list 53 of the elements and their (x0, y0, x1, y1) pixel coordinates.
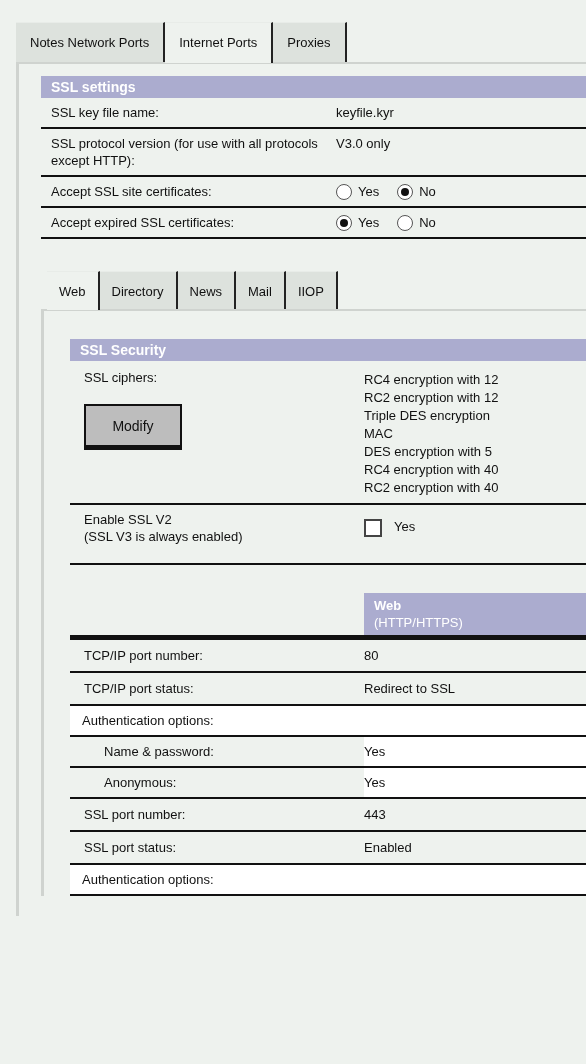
radio-button[interactable] (336, 183, 352, 200)
tab[interactable]: Mail (236, 271, 286, 309)
tab[interactable]: Internet Ports (165, 22, 274, 63)
setting-label: Enable SSL V2 (84, 511, 173, 528)
modify-button[interactable]: Modify (84, 404, 182, 450)
port-value: Redirect to SSL (364, 680, 457, 698)
checkbox[interactable] (364, 519, 382, 537)
tab[interactable]: Notes Network Ports (16, 22, 166, 62)
port-label: TCP/IP port number: (84, 648, 203, 663)
cipher-item: RC2 encryption with 40 (364, 479, 500, 497)
port-label: Name & password: (104, 744, 214, 759)
cipher-item: RC4 encryption with 12 (364, 371, 500, 389)
radio-button[interactable] (397, 214, 414, 231)
port-value: 443 (364, 806, 387, 824)
tab[interactable]: Proxies (273, 22, 347, 62)
cipher-item: RC4 encryption with 40 (364, 461, 500, 479)
checkbox-label: Yes (394, 519, 416, 534)
tab[interactable]: Web (47, 271, 100, 310)
radio-label: Yes (358, 184, 380, 199)
section-label: Authentication options: (82, 872, 214, 887)
radio-label: No (419, 215, 436, 230)
cipher-item: Triple DES encryption (364, 407, 491, 425)
cipher-item: DES encryption with 5 (364, 443, 493, 461)
setting-label: SSL ciphers: (84, 369, 159, 386)
setting-value: keyfile.kyr (336, 104, 395, 122)
port-value: Yes (364, 737, 586, 766)
tab[interactable]: IIOP (285, 271, 338, 309)
tab[interactable]: Directory (99, 271, 178, 309)
radio-label: No (419, 184, 436, 199)
radio-label: Yes (358, 215, 380, 230)
section-header: SSL settings (41, 76, 586, 98)
port-label: SSL port number: (84, 807, 186, 822)
setting-label: Accept expired SSL certificates: (50, 214, 236, 232)
radio-button[interactable] (336, 214, 352, 231)
section-label: Authentication options: (82, 713, 214, 728)
port-label: Anonymous: (104, 775, 177, 790)
port-label: SSL port status: (84, 840, 176, 855)
setting-label: Accept SSL site certificates: (50, 183, 213, 201)
setting-label: SSL protocol version (for use with all protocols except HTTP): (50, 135, 319, 170)
port-value: 80 (364, 647, 380, 665)
port-label: TCP/IP port status: (84, 681, 194, 696)
setting-value: V3.0 only (336, 135, 392, 153)
column-subtitle: (HTTP/HTTPS) (374, 614, 464, 631)
port-value: Enabled (364, 839, 413, 857)
tab[interactable]: News (177, 271, 237, 309)
radio-button[interactable] (397, 183, 414, 200)
section-header: SSL Security (70, 339, 586, 361)
setting-note: (SSL V3 is always enabled) (84, 528, 244, 545)
column-title: Web (374, 597, 403, 614)
port-value: Yes (364, 768, 586, 797)
cipher-item: RC2 encryption with 12 (364, 389, 500, 407)
cipher-item: MAC (364, 425, 394, 443)
setting-label: SSL key file name: (50, 104, 160, 122)
